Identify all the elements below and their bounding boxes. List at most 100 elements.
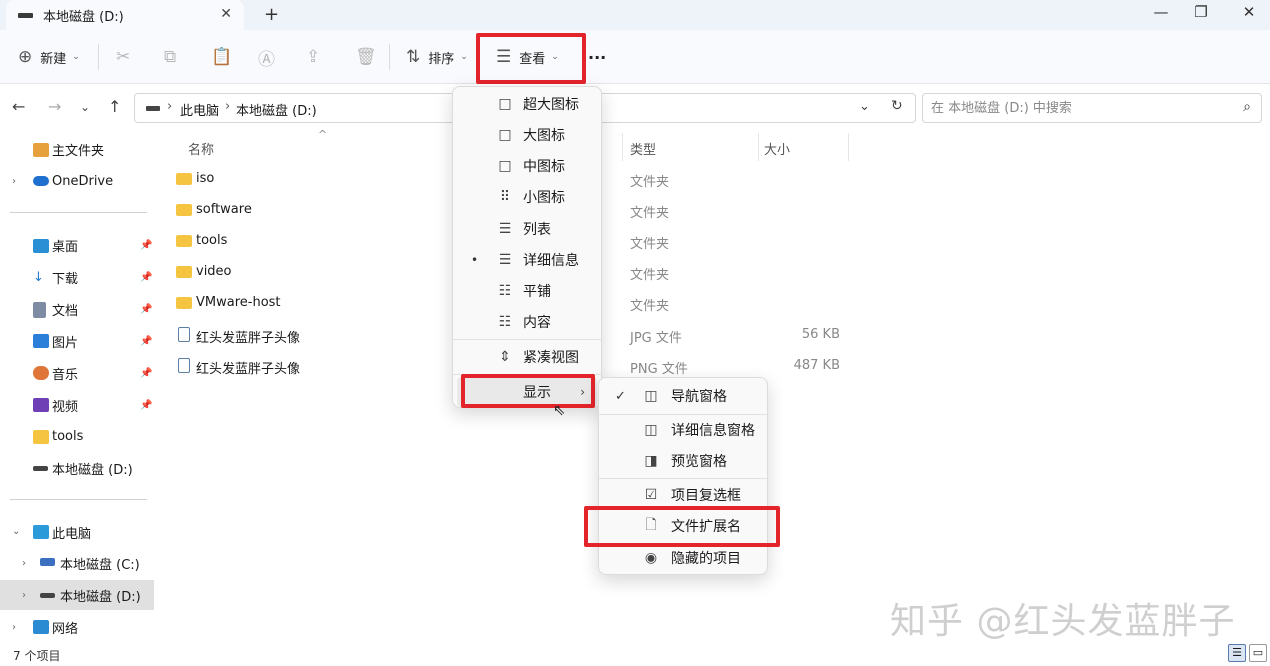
sidebar-item-home[interactable]: 主文件夹 (0, 134, 154, 164)
sidebar-item-pictures[interactable]: 图片 📌 (0, 326, 154, 356)
folder-icon (176, 297, 192, 309)
sidebar-item-label: 音乐 (52, 367, 79, 383)
tab-close-icon[interactable]: ✕ (220, 6, 232, 22)
sidebar-item-local-disk-d-pinned[interactable]: 本地磁盘 (D:) (0, 453, 154, 483)
refresh-icon[interactable]: ↻ (891, 98, 903, 114)
menu-item-hidden-items[interactable]: ◉ 隐藏的项目 (603, 543, 765, 573)
chevron-right-icon[interactable]: › (22, 590, 26, 601)
sidebar-item-local-disk-c[interactable]: › 本地磁盘 (C:) (0, 548, 154, 578)
breadcrumb-local-disk-d[interactable]: 本地磁盘 (D:) (236, 100, 317, 119)
sidebar-item-tools[interactable]: tools (0, 421, 154, 451)
content-icon: ☷ (498, 314, 512, 330)
search-box[interactable]: ⌕ (922, 93, 1262, 123)
file-name: software (196, 202, 252, 217)
menu-item-compact-view[interactable]: ⇕ 紧凑视图 (457, 342, 597, 372)
maximize-button[interactable]: ❐ (1186, 3, 1216, 21)
menu-item-content[interactable]: ☷ 内容 (457, 307, 597, 337)
up-arrow-icon[interactable]: ↑ (108, 97, 121, 116)
drive-icon (146, 106, 160, 111)
sidebar-item-videos[interactable]: 视频 📌 (0, 390, 154, 420)
small-icons-icon: ⠿ (499, 189, 511, 205)
pin-icon: 📌 (140, 335, 153, 347)
menu-item-list[interactable]: ☰ 列表 (457, 214, 597, 244)
sidebar-item-music[interactable]: 音乐 📌 (0, 358, 154, 388)
thumbnail-view-toggle-icon[interactable]: ▭ (1249, 644, 1267, 662)
command-bar: ⊕ 新建 ⌄ ✂ ⧉ 📋 Ⓐ ⇪ 🗑 ⇅ 排序 ⌄ ☰ 查看 ⌄ ··· (0, 30, 1270, 84)
details-icon: ☰ (498, 252, 512, 268)
details-view-toggle-icon[interactable]: ☰ (1228, 644, 1246, 662)
file-type: 文件夹 (630, 206, 670, 221)
menu-item-navigation-pane[interactable]: ✓ ◫ 导航窗格 (603, 381, 765, 411)
search-icon[interactable]: ⌕ (1243, 99, 1251, 115)
folder-icon (176, 266, 192, 278)
rename-button[interactable]: Ⓐ (258, 42, 275, 72)
new-tab-button[interactable]: + (264, 4, 279, 25)
menu-item-large-icons[interactable]: □ 大图标 (457, 120, 597, 150)
tab-local-disk-d[interactable]: 本地磁盘 (D:) ✕ (6, 0, 244, 30)
sidebar-item-network[interactable]: › 网络 (0, 612, 154, 642)
desktop-icon (33, 239, 49, 253)
extra-large-icons-icon: □ (498, 96, 512, 112)
mouse-cursor-icon: ⇖ (553, 401, 566, 419)
column-divider[interactable] (758, 133, 759, 161)
address-dropdown-icon[interactable]: ⌄ (859, 99, 870, 114)
forward-arrow-icon[interactable]: → (48, 97, 61, 116)
menu-item-label: 项目复选框 (671, 488, 741, 504)
column-header-name[interactable]: 名称 (188, 139, 214, 158)
sidebar-item-documents[interactable]: 文档 📌 (0, 294, 154, 324)
plus-circle-icon: ⊕ (18, 47, 33, 67)
menu-item-medium-icons[interactable]: □ 中图标 (457, 151, 597, 181)
chevron-right-icon[interactable]: › (12, 176, 16, 187)
copy-button[interactable]: ⧉ (164, 42, 176, 72)
column-header-type[interactable]: 类型 (630, 139, 656, 158)
new-button[interactable]: ⊕ 新建 ⌄ (18, 42, 80, 72)
sidebar-item-local-disk-d[interactable]: › 本地磁盘 (D:) (0, 580, 154, 610)
search-input[interactable] (931, 95, 1221, 121)
file-name: iso (196, 171, 215, 186)
column-header-size[interactable]: 大小 (764, 139, 790, 158)
delete-button[interactable]: 🗑 (355, 42, 377, 72)
clipboard-icon: 📋 (211, 47, 233, 67)
menu-item-preview-pane[interactable]: ◨ 预览窗格 (603, 446, 765, 476)
menu-item-label: 超大图标 (523, 97, 579, 113)
highlight-file-extensions-box (584, 506, 780, 547)
checkmark-icon: ✓ (615, 388, 626, 404)
share-button[interactable]: ⇪ (306, 42, 320, 72)
menu-item-small-icons[interactable]: ⠿ 小图标 (457, 182, 597, 212)
menu-item-extra-large-icons[interactable]: □ 超大图标 (457, 89, 597, 119)
sort-icon: ⇅ (406, 47, 421, 67)
view-menu: □ 超大图标 □ 大图标 □ 中图标 ⠿ 小图标 ☰ 列表 • ☰ 详细信息 ☷… (452, 86, 602, 408)
column-divider[interactable] (848, 133, 849, 161)
cut-button[interactable]: ✂ (116, 42, 130, 72)
menu-item-details[interactable]: • ☰ 详细信息 (457, 245, 597, 275)
recent-chevron-icon[interactable]: ⌄ (80, 100, 90, 114)
breadcrumb-this-pc[interactable]: 此电脑 (180, 100, 219, 119)
file-size: 487 KB (793, 358, 840, 373)
menu-item-tiles[interactable]: ☷ 平铺 (457, 276, 597, 306)
paste-button[interactable]: 📋 (211, 42, 232, 72)
menu-item-details-pane[interactable]: ◫ 详细信息窗格 (603, 415, 765, 445)
minimize-button[interactable]: — (1146, 3, 1176, 21)
preview-pane-icon: ◨ (644, 453, 658, 469)
medium-icons-icon: □ (498, 158, 512, 174)
menu-item-label: 预览窗格 (671, 454, 727, 470)
back-arrow-icon[interactable]: ← (12, 97, 25, 116)
close-window-button[interactable]: ✕ (1234, 3, 1264, 21)
sidebar-item-this-pc[interactable]: ⌄ 此电脑 (0, 517, 154, 547)
music-icon (33, 366, 49, 380)
chevron-down-icon: ⌄ (460, 52, 468, 62)
sidebar-item-onedrive[interactable]: › OneDrive (0, 166, 154, 196)
chevron-right-icon[interactable]: › (12, 622, 16, 633)
chevron-down-icon[interactable]: ⌄ (12, 526, 20, 537)
chevron-right-icon: › (167, 99, 173, 114)
document-icon (33, 302, 46, 318)
pc-icon (33, 525, 49, 539)
chevron-right-icon[interactable]: › (22, 558, 26, 569)
sidebar-item-desktop[interactable]: 桌面 📌 (0, 230, 154, 260)
column-divider[interactable] (622, 133, 623, 161)
image-file-icon (178, 358, 190, 373)
sort-button[interactable]: ⇅ 排序 ⌄ (406, 42, 468, 72)
menu-item-label: 中图标 (523, 159, 565, 175)
sidebar-item-downloads[interactable]: ↓ 下载 📌 (0, 262, 154, 292)
more-options-button[interactable]: ··· (588, 42, 606, 72)
